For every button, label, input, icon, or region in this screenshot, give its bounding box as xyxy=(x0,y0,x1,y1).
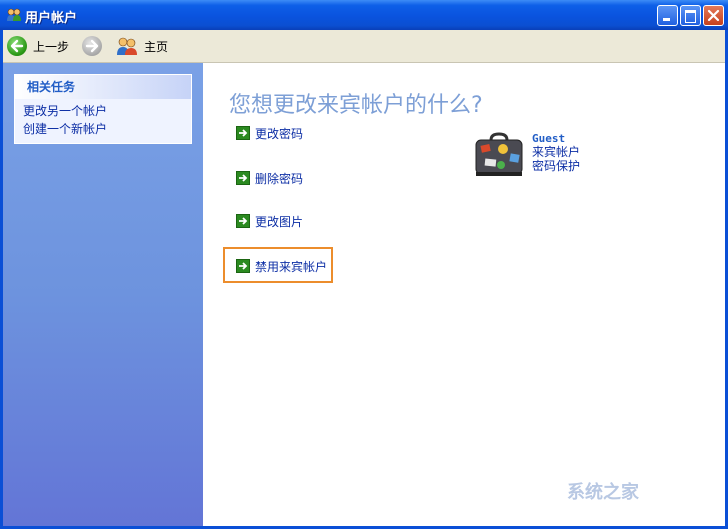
suitcase-icon xyxy=(475,132,523,176)
related-tasks-title: 相关任务 xyxy=(15,75,191,99)
close-button[interactable] xyxy=(703,5,724,26)
create-new-account-link[interactable]: 创建一个新帐户 xyxy=(15,120,191,138)
minimize-icon xyxy=(663,18,670,21)
back-arrow-icon xyxy=(7,36,27,56)
close-icon xyxy=(707,9,720,22)
users-home-icon xyxy=(117,37,137,55)
forward-arrow-icon xyxy=(82,36,102,56)
maximize-icon xyxy=(685,10,696,23)
forward-button[interactable] xyxy=(82,35,102,57)
home-button[interactable]: 主页 xyxy=(116,35,168,57)
guest-account-info: Guest 来宾帐户 密码保护 xyxy=(532,132,652,173)
main-content: 您想更改来宾帐户的什么? 更改密码 删除密码 更改图片 禁用来宾帐户 Guest… xyxy=(203,63,725,526)
minimize-button[interactable] xyxy=(657,5,678,26)
account-name: Guest xyxy=(532,132,566,145)
sidebar: 相关任务 更改另一个帐户 创建一个新帐户 xyxy=(3,63,203,526)
back-label: 上一步 xyxy=(33,39,70,54)
green-arrow-icon xyxy=(236,214,250,228)
action-label: 更改图片 xyxy=(255,214,304,229)
related-tasks-panel: 相关任务 更改另一个帐户 创建一个新帐户 xyxy=(14,74,192,144)
remove-password-link[interactable]: 删除密码 xyxy=(236,168,303,188)
action-label: 更改密码 xyxy=(255,126,304,141)
account-type: 来宾帐户 xyxy=(532,145,581,159)
change-another-account-link[interactable]: 更改另一个帐户 xyxy=(15,102,191,120)
green-arrow-icon xyxy=(236,259,250,273)
title-bar[interactable]: 用户帐户 xyxy=(0,0,728,30)
maximize-button[interactable] xyxy=(680,5,701,26)
user-accounts-icon xyxy=(7,8,21,21)
change-picture-link[interactable]: 更改图片 xyxy=(236,211,303,231)
home-label: 主页 xyxy=(144,39,169,54)
page-heading: 您想更改来宾帐户的什么? xyxy=(229,93,483,118)
account-status: 密码保护 xyxy=(532,159,581,173)
action-label: 禁用来宾帐户 xyxy=(255,259,328,274)
window-title: 用户帐户 xyxy=(25,11,78,26)
toolbar: 上一步 主页 xyxy=(3,30,725,63)
change-password-link[interactable]: 更改密码 xyxy=(236,123,303,143)
green-arrow-icon xyxy=(236,171,250,185)
green-arrow-icon xyxy=(236,126,250,140)
disable-guest-account-link[interactable]: 禁用来宾帐户 xyxy=(236,256,327,276)
watermark: 系统之家 xyxy=(567,482,639,503)
back-button[interactable]: 上一步 xyxy=(7,35,69,57)
action-label: 删除密码 xyxy=(255,171,304,186)
user-accounts-window: 用户帐户 上一步 主页 相关任务 更改另一个帐户 创建一个新帐户 您想更改来宾帐… xyxy=(0,0,728,529)
